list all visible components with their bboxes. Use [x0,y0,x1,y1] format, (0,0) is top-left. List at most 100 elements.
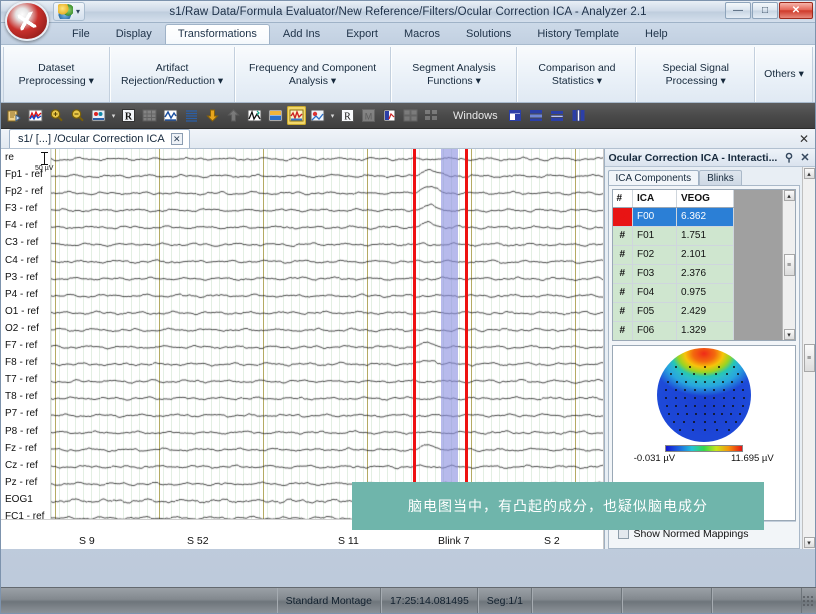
zoom-in-icon[interactable] [47,106,66,125]
raw-data-r-icon[interactable]: R [119,106,138,125]
maximize-button[interactable]: □ [752,2,778,19]
close-icon[interactable]: ✕ [799,151,811,164]
component-flag-cell[interactable]: # [612,264,634,284]
channel-label[interactable]: F3 - ref [1,200,50,217]
tab-ocular-correction-ica[interactable]: s1/ [...] /Ocular Correction ICA ✕ [9,129,190,148]
component-flag-cell[interactable]: # [612,245,634,265]
windows-menu-label[interactable]: Windows [451,110,504,122]
column-header-veog[interactable]: VEOG [676,190,734,208]
app-orb-icon[interactable] [5,1,49,41]
peak-detect-icon[interactable] [245,106,264,125]
event-marker[interactable]: S 2 [544,535,560,547]
matrix-icon[interactable]: M [359,106,378,125]
quick-access-toolbar[interactable]: ▾ [53,2,86,21]
paste-plot-icon[interactable] [380,106,399,125]
channel-label[interactable]: P3 - ref [1,269,50,286]
channel-label[interactable]: P4 - ref [1,286,50,303]
list-view-icon[interactable] [182,106,201,125]
open-file-icon[interactable] [5,106,24,125]
menu-solutions[interactable]: Solutions [453,24,524,44]
channel-label[interactable]: P8 - ref [1,423,50,440]
window-cascade-icon[interactable] [527,106,546,125]
scrollbar-thumb[interactable]: ≡ [783,254,795,276]
channel-label[interactable]: Pz - ref [1,474,50,491]
channel-label[interactable]: F7 - ref [1,337,50,354]
channel-label[interactable]: C3 - ref [1,234,50,251]
close-icon[interactable]: ✕ [799,132,809,146]
menu-history-template[interactable]: History Template [524,24,632,44]
color-markers-icon[interactable] [89,106,108,125]
component-flag-cell[interactable]: # [612,321,634,340]
scrollbar-thumb[interactable]: ≡ [803,344,815,372]
channel-label[interactable]: P7 - ref [1,405,50,422]
channel-label[interactable]: C4 - ref [1,252,50,269]
table-row[interactable]: # F03 2.376 [612,264,734,284]
scroll-up-icon[interactable]: ▴ [783,190,795,201]
ribbon-dataset-preprocessing[interactable]: Dataset Preprocessing ▾ [3,47,110,102]
column-header-hash[interactable]: # [612,190,634,208]
menu-file[interactable]: File [59,24,103,44]
channel-label[interactable]: Fp2 - ref [1,183,50,200]
resize-grip-icon[interactable] [802,594,814,607]
component-flag-cell[interactable]: # [612,226,634,246]
scroll-down-icon[interactable]: ▾ [783,329,795,340]
channel-label[interactable]: EOG1 [1,491,50,508]
channel-label[interactable]: T7 - ref [1,371,50,388]
ribbon-frequency-component-analysis[interactable]: Frequency and Component Analysis ▾ [234,47,391,102]
overlay-plot-icon[interactable] [26,106,45,125]
event-marker[interactable]: Blink 7 [438,535,470,547]
table-row[interactable]: # F00 6.362 [612,207,734,227]
table-row[interactable]: # F06 1.329 [612,321,734,340]
component-flag-cell[interactable]: # [612,207,634,227]
close-button[interactable]: ✕ [779,2,813,19]
menu-help[interactable]: Help [632,24,681,44]
zoom-out-icon[interactable] [68,106,87,125]
ica-panel-scrollbar[interactable]: ▴ ≡ ▾ [802,167,815,549]
channel-label[interactable]: Fz - ref [1,440,50,457]
channel-label[interactable]: F8 - ref [1,354,50,371]
column-header-ica[interactable]: ICA [632,190,678,208]
chevron-down-icon[interactable]: ▾ [329,112,336,120]
pin-icon[interactable]: ⚲ [783,151,795,164]
menu-macros[interactable]: Macros [391,24,453,44]
ribbon-special-signal-processing[interactable]: Special Signal Processing ▾ [636,47,756,102]
up-arrow-icon[interactable] [224,106,243,125]
ribbon-comparison-statistics[interactable]: Comparison and Statistics ▾ [517,47,637,102]
menu-export[interactable]: Export [333,24,391,44]
menu-add-ins[interactable]: Add Ins [270,24,333,44]
channel-label[interactable]: T8 - ref [1,388,50,405]
menu-display[interactable]: Display [103,24,165,44]
table-row[interactable]: # F04 0.975 [612,283,734,303]
segments-icon[interactable] [161,106,180,125]
component-table-scrollbar[interactable]: ▴ ≡ ▾ [782,190,795,340]
ica-correction-icon[interactable] [287,106,306,125]
event-marker[interactable]: S 52 [187,535,209,547]
chevron-down-icon[interactable]: ▾ [110,112,117,120]
channel-label[interactable]: Cz - ref [1,457,50,474]
component-flag-cell[interactable]: # [612,302,634,322]
ribbon-others[interactable]: Others ▾ [755,47,814,102]
channel-label[interactable]: F4 - ref [1,217,50,234]
channel-label[interactable]: O2 - ref [1,320,50,337]
close-icon[interactable]: ✕ [170,133,183,145]
workspace-icon[interactable] [58,4,73,19]
event-marker[interactable]: S 11 [338,535,359,547]
scroll-up-icon[interactable]: ▴ [803,168,815,179]
ribbon-artifact-rejection[interactable]: Artifact Rejection/Reduction ▾ [109,47,235,102]
tab-ica-components[interactable]: ICA Components [607,170,700,186]
component-table-scroll[interactable]: # ICA VEOG # F00 6.362 # F01 1.751 # F02 2.101 # F… [612,190,734,340]
window-new-icon[interactable] [506,106,525,125]
window-horizontal-icon[interactable] [548,106,567,125]
down-arrow-icon[interactable] [203,106,222,125]
minimize-button[interactable]: — [725,2,751,19]
component-flag-cell[interactable]: # [612,283,634,303]
r-box-icon[interactable]: R [338,106,357,125]
topo-map-icon[interactable] [266,106,285,125]
table-row[interactable]: # F02 2.101 [612,245,734,265]
grid-view-icon[interactable] [140,106,159,125]
ribbon-segment-analysis-functions[interactable]: Segment Analysis Functions ▾ [390,47,518,102]
menu-transformations[interactable]: Transformations [164,24,270,44]
window-vertical-icon[interactable] [569,106,588,125]
tile-blocks-icon[interactable] [422,106,441,125]
channel-label[interactable]: O1 - ref [1,303,50,320]
